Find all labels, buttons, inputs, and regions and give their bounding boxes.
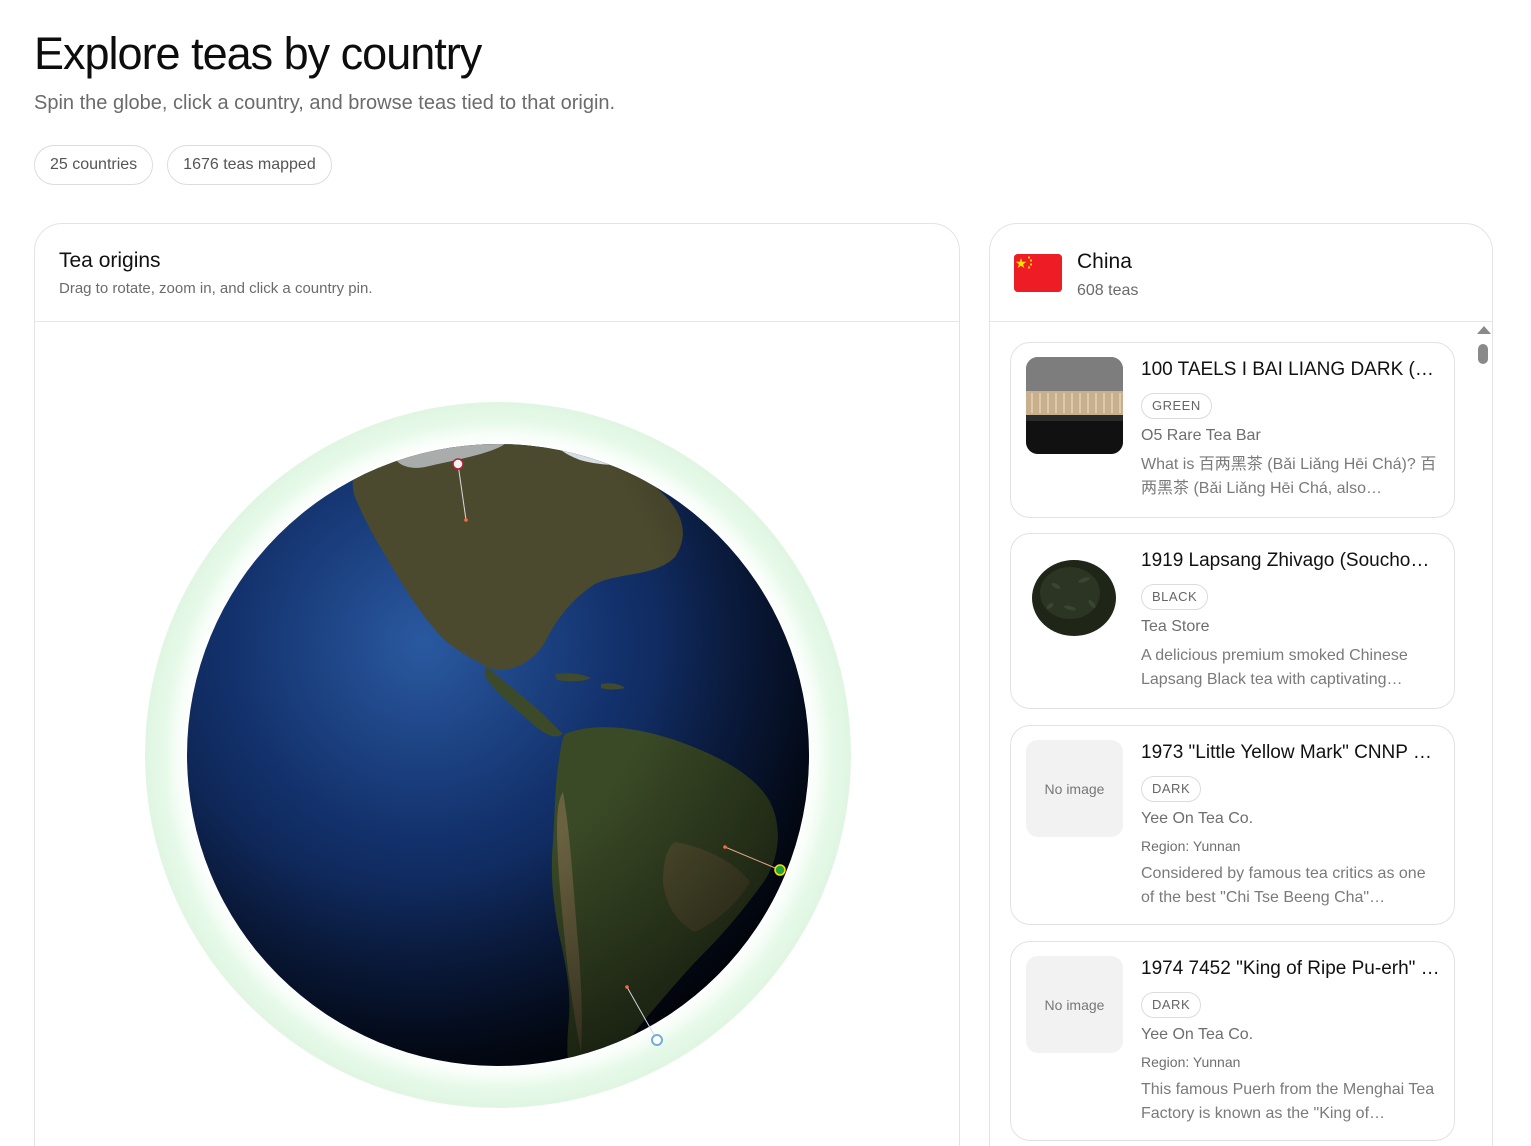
tea-title: 1973 "Little Yellow Mark" CNNP 7…: [1141, 742, 1440, 763]
scroll-up-arrow-icon[interactable]: [1477, 326, 1491, 334]
no-image-placeholder: No image: [1026, 740, 1123, 837]
tea-description: Considered by famous tea critics as one …: [1141, 865, 1426, 906]
argentina-flag-pin[interactable]: [651, 1034, 663, 1046]
tea-type-badge: BLACK: [1141, 584, 1209, 610]
tea-type-badge: GREEN: [1141, 393, 1212, 419]
china-flag-icon: [1014, 254, 1062, 292]
globe-panel-header: Tea origins Drag to rotate, zoom in, and…: [35, 224, 959, 322]
tea-region: Region: Yunnan: [1141, 1054, 1241, 1070]
tea-description: This famous Puerh from the Menghai Tea F…: [1141, 1081, 1435, 1122]
tea-card[interactable]: 1919 Lapsang Zhivago (Soucho… BLACK Tea …: [1010, 533, 1455, 709]
tea-vendor: Yee On Tea Co.: [1141, 810, 1254, 827]
country-tea-count: 608 teas: [1077, 282, 1139, 299]
tea-title: 100 TAELS I BAI LIANG DARK (20…: [1141, 359, 1440, 380]
no-image-placeholder: No image: [1026, 956, 1123, 1053]
brazil-pin-anchor: [723, 845, 727, 849]
tea-card[interactable]: No image 1973 "Little Yellow Mark" CNNP …: [1010, 725, 1455, 925]
country-name: China: [1077, 250, 1132, 273]
scrollbar-thumb[interactable]: [1478, 344, 1488, 364]
tea-thumbnail: [1026, 548, 1123, 645]
tea-vendor: O5 Rare Tea Bar: [1141, 427, 1261, 444]
tea-card[interactable]: 100 TAELS I BAI LIANG DARK (20… GREEN O5…: [1010, 342, 1455, 518]
page-subtitle: Spin the globe, click a country, and bro…: [34, 92, 616, 114]
country-panel: China 608 teas 100 TAELS I BAI LIANG DAR…: [989, 223, 1493, 1146]
countries-count-chip: 25 countries: [34, 145, 154, 185]
globe-canvas[interactable]: [35, 322, 960, 1146]
tea-thumbnail: [1026, 357, 1123, 454]
tea-vendor: Yee On Tea Co.: [1141, 1026, 1254, 1043]
brazil-flag-pin[interactable]: [774, 864, 786, 876]
tea-description: A delicious premium smoked Chinese Lapsa…: [1141, 647, 1408, 688]
tea-title: 1974 7452 "King of Ripe Pu-erh" …: [1141, 958, 1440, 979]
tea-card[interactable]: No image 1974 7452 "King of Ripe Pu-erh"…: [1010, 941, 1455, 1141]
teas-mapped-chip: 1676 teas mapped: [167, 145, 332, 185]
country-panel-header: China 608 teas: [990, 224, 1492, 322]
tea-type-badge: DARK: [1141, 776, 1202, 802]
argentina-pin-anchor: [625, 985, 629, 989]
globe-svg[interactable]: [35, 322, 960, 1146]
stats-chips: 25 countries 1676 teas mapped: [34, 145, 332, 185]
globe-panel: Tea origins Drag to rotate, zoom in, and…: [34, 223, 960, 1146]
tea-region: Region: Yunnan: [1141, 838, 1241, 854]
globe-panel-title: Tea origins: [59, 249, 161, 272]
usa-flag-pin[interactable]: [452, 458, 464, 470]
tea-type-badge: DARK: [1141, 992, 1202, 1018]
tea-title: 1919 Lapsang Zhivago (Soucho…: [1141, 550, 1430, 571]
tea-vendor: Tea Store: [1141, 618, 1210, 635]
page-title: Explore teas by country: [34, 28, 482, 79]
globe-panel-subtitle: Drag to rotate, zoom in, and click a cou…: [59, 280, 373, 297]
tea-description: What is 百两黑茶 (Bǎi Liǎng Hēi Chá)? 百两黑茶 (…: [1141, 456, 1437, 497]
tea-list[interactable]: 100 TAELS I BAI LIANG DARK (20… GREEN O5…: [990, 322, 1492, 1146]
usa-pin-anchor: [464, 518, 468, 522]
